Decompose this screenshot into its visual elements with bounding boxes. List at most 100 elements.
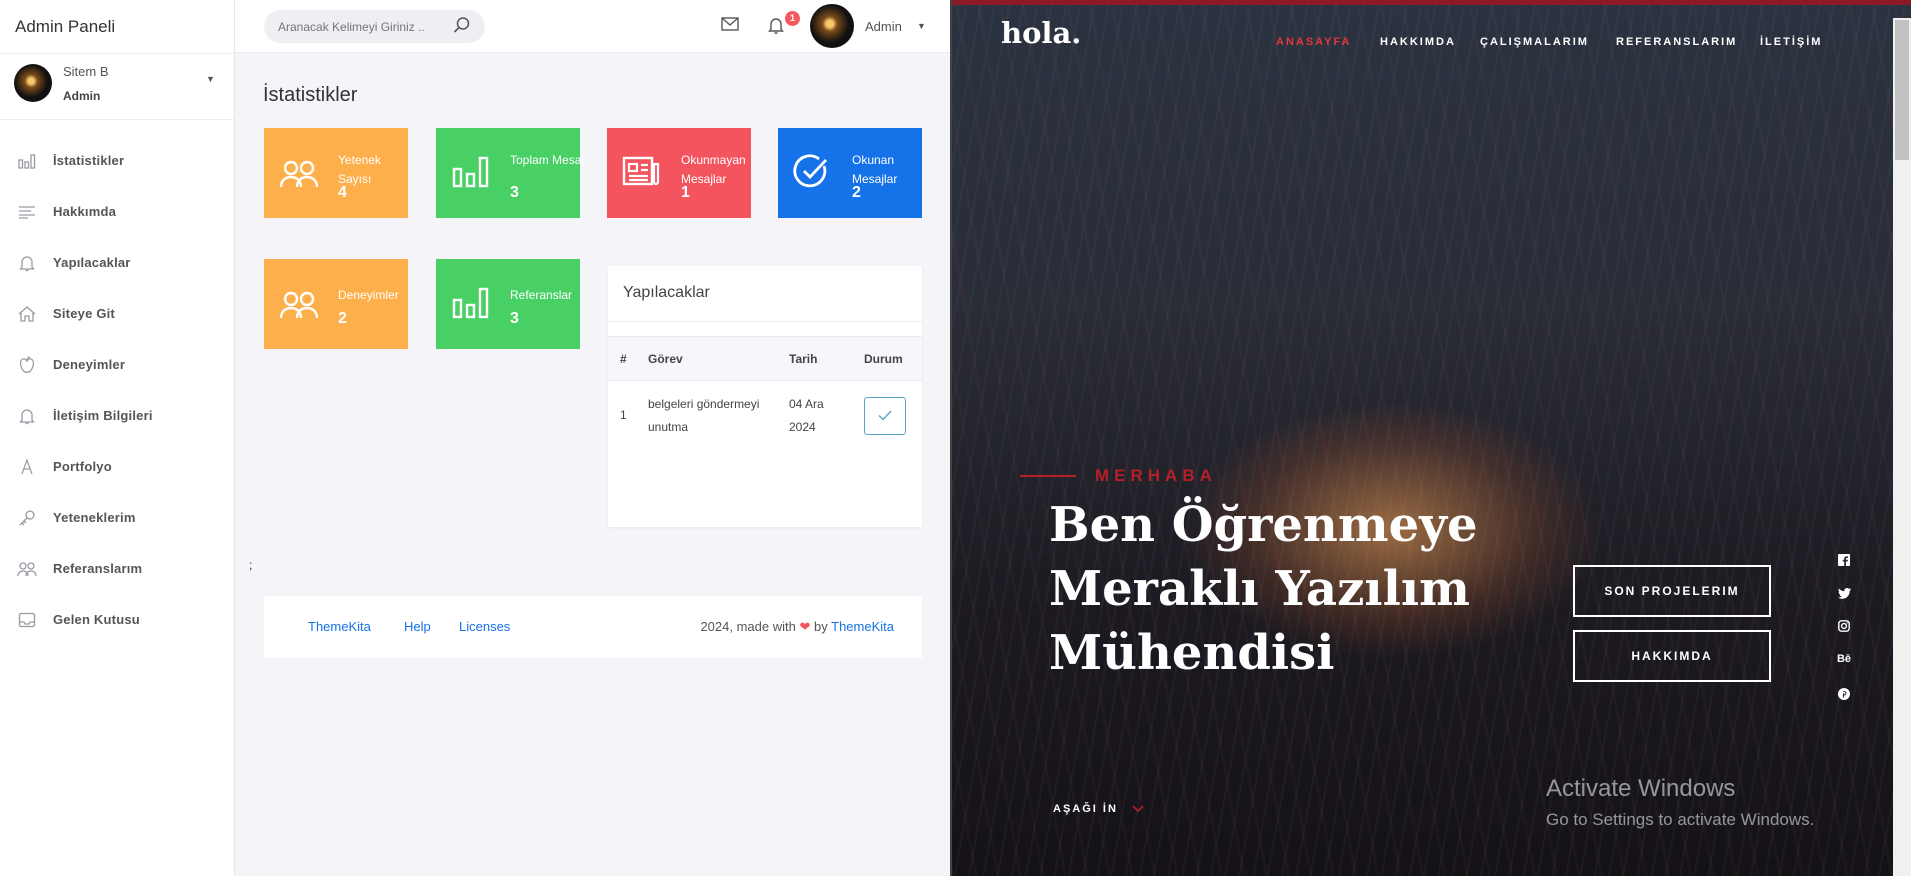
- sidebar-item-gelen-kutusu[interactable]: Gelen Kutusu: [0, 594, 235, 645]
- search-input[interactable]: [264, 10, 485, 43]
- inbox-icon: [17, 610, 37, 630]
- hero-headline: Ben Öğrenmeye Meraklı Yazılım Mühendisi: [1049, 497, 1478, 681]
- stat-label: Deneyimler: [338, 288, 399, 302]
- sidebar-item-portfolyo[interactable]: Portfolyo: [0, 441, 235, 492]
- stat-value: 2: [338, 310, 347, 327]
- check-circle-icon: [793, 154, 833, 194]
- user-name[interactable]: Sitem B: [63, 64, 109, 79]
- sidebar-item-label: İstatistikler: [53, 153, 125, 168]
- sidebar-item-istatistikler[interactable]: İstatistikler: [0, 135, 235, 186]
- stat-label: Okunan Mesajlar: [852, 153, 898, 186]
- nav-anasayfa[interactable]: ANASAYFA: [1276, 36, 1352, 48]
- stat-value: 3: [510, 310, 519, 327]
- users-icon: [17, 559, 37, 579]
- facebook-icon[interactable]: [1837, 553, 1851, 567]
- sidebar-item-label: Hakkımda: [53, 204, 117, 219]
- nav-calismalarim[interactable]: ÇALIŞMALARIM: [1480, 36, 1589, 48]
- bell-icon: [17, 406, 37, 426]
- sidebar-item-referanslarim[interactable]: Referanslarım: [0, 543, 235, 594]
- sidebar-item-label: Gelen Kutusu: [53, 612, 140, 627]
- check-icon: [878, 410, 892, 421]
- user-role: Admin: [63, 89, 101, 103]
- align-left-icon: [17, 202, 37, 222]
- footer-link-help[interactable]: Help: [404, 619, 431, 634]
- sidebar: Admin Paneli Sitem B Admin ▼ İstatistikl…: [0, 0, 235, 876]
- user-avatar[interactable]: [14, 64, 52, 102]
- search-icon[interactable]: [453, 16, 471, 39]
- stat-value: 2: [852, 184, 861, 201]
- nav-hakkimda[interactable]: HAKKIMDA: [1380, 36, 1456, 48]
- sidebar-item-label: Yeteneklerim: [53, 510, 136, 525]
- sidebar-item-yapilacaklar[interactable]: Yapılacaklar: [0, 237, 235, 288]
- sidebar-item-hakkimda[interactable]: Hakkımda: [0, 186, 235, 237]
- windows-activation-title: Activate Windows: [1546, 775, 1736, 802]
- admin-panel: Admin Paneli Sitem B Admin ▼ İstatistikl…: [0, 0, 950, 876]
- scroll-down-link[interactable]: AŞAĞI İN: [1053, 803, 1118, 815]
- footer-author-link[interactable]: ThemeKita: [831, 619, 894, 634]
- footer-made-with: 2024, made with: [700, 619, 796, 634]
- scrollbar-thumb[interactable]: [1895, 20, 1909, 160]
- sidebar-item-label: Yapılacaklar: [53, 255, 131, 270]
- todo-title: Yapılacaklar: [623, 284, 710, 301]
- footer-link-themekita[interactable]: ThemeKita: [308, 619, 371, 634]
- column-header: Tarih: [777, 336, 852, 381]
- chevron-down-icon[interactable]: ▼: [206, 74, 215, 84]
- behance-icon[interactable]: Bē: [1837, 652, 1851, 666]
- sidebar-item-yeteneklerim[interactable]: Yeteneklerim: [0, 492, 235, 543]
- bar-chart-icon: [451, 154, 491, 194]
- site-logo[interactable]: hola.: [1001, 16, 1081, 50]
- home-icon: [17, 304, 37, 324]
- top-bar: 1 Admin ▼: [235, 0, 950, 53]
- twitter-icon[interactable]: [1837, 586, 1851, 600]
- footer-link-licenses[interactable]: Licenses: [459, 619, 510, 634]
- sidebar-item-iletisim-bilgileri[interactable]: İletişim Bilgileri: [0, 390, 235, 441]
- newspaper-icon: [622, 154, 662, 194]
- key-icon: [17, 508, 37, 528]
- complete-task-button[interactable]: [864, 396, 906, 435]
- table-row: 1 belgeleri göndermeyi unutma 04 Ara 202…: [608, 381, 922, 451]
- kicker-text: MERHABA: [1095, 466, 1217, 485]
- stat-card-okunan: Okunan Mesajlar 2: [778, 128, 922, 218]
- sidebar-item-label: İletişim Bilgileri: [53, 408, 153, 423]
- footer: ThemeKita Help Licenses 2024, made with …: [264, 596, 922, 658]
- stat-label: Yetenek Sayısı: [338, 153, 381, 186]
- bell-icon: [17, 253, 37, 273]
- stat-card-okunmayan: Okunmayan Mesajlar 1: [607, 128, 751, 218]
- notification-badge: 1: [785, 11, 800, 26]
- chevron-down-icon[interactable]: [1132, 800, 1144, 818]
- stat-card-toplam-mesaj: Toplam Mesaj 3: [436, 128, 584, 218]
- kicker-line: [1020, 475, 1076, 477]
- top-accent-bar: [952, 0, 1911, 5]
- task-date: 04 Ara 2024: [789, 396, 824, 434]
- nav-iletisim[interactable]: İLETİŞİM: [1760, 36, 1822, 48]
- font-a-icon: [17, 457, 37, 477]
- avatar[interactable]: [810, 4, 854, 48]
- stat-value: 4: [338, 184, 347, 201]
- about-button[interactable]: HAKKIMDA: [1573, 630, 1771, 682]
- footer-credit: 2024, made with ❤ by ThemeKita: [700, 619, 894, 635]
- bar-chart-icon: [17, 151, 37, 171]
- page-title: İstatistikler: [263, 84, 358, 106]
- stat-label: Referanslar: [510, 288, 573, 302]
- stat-card-referanslar: Referanslar 3: [436, 259, 580, 349]
- brand-title: Admin Paneli: [0, 0, 234, 54]
- stat-label: Toplam Mesaj: [510, 153, 585, 167]
- projects-button[interactable]: SON PROJELERIM: [1573, 565, 1771, 617]
- table-header-row: # Görev Tarih Durum: [608, 336, 922, 381]
- chevron-down-icon[interactable]: ▼: [917, 21, 926, 31]
- column-header: Durum: [852, 336, 922, 381]
- nav-referanslarim[interactable]: REFERANSLARIM: [1616, 36, 1737, 48]
- pinterest-icon[interactable]: [1837, 687, 1851, 701]
- sidebar-item-deneyimler[interactable]: Deneyimler: [0, 339, 235, 390]
- divider: [608, 321, 922, 322]
- instagram-icon[interactable]: [1837, 619, 1851, 633]
- sidebar-item-siteye-git[interactable]: Siteye Git: [0, 288, 235, 339]
- portfolio-site: hola. ANASAYFA HAKKIMDA ÇALIŞMALARIM REF…: [950, 0, 1911, 876]
- screen: Admin Paneli Sitem B Admin ▼ İstatistikl…: [0, 0, 1911, 876]
- users-icon: [279, 154, 319, 194]
- apple-icon: [17, 355, 37, 375]
- mail-icon[interactable]: [721, 17, 739, 36]
- user-menu-label[interactable]: Admin: [865, 19, 902, 34]
- bell-icon[interactable]: [768, 16, 784, 40]
- stray-text: ;: [249, 558, 253, 572]
